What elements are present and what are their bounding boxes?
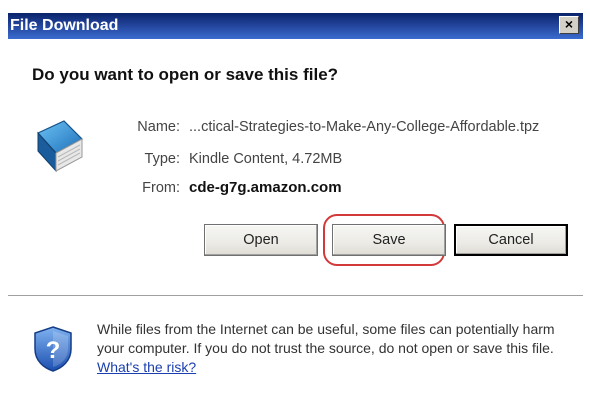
title-bar[interactable]: File Download × <box>8 13 583 39</box>
file-from-label: From: <box>142 180 180 196</box>
shield-question-icon: ? <box>34 326 72 372</box>
close-button[interactable]: × <box>559 16 579 34</box>
file-name-row: Name: ...ctical-Strategies-to-Make-Any-Co… <box>118 119 539 135</box>
book-icon <box>37 120 83 173</box>
file-type-row: Type: Kindle Content, 4.72MB <box>118 151 343 167</box>
warning-text: While files from the Internet can be use… <box>97 320 575 377</box>
whats-the-risk-link[interactable]: What's the risk? <box>97 359 196 375</box>
dialog-question: Do you want to open or save this file? <box>32 65 339 84</box>
warning-message: While files from the Internet can be use… <box>97 321 555 356</box>
window-title: File Download <box>10 17 119 34</box>
file-from-row: From: cde-g7g.amazon.com <box>118 179 342 196</box>
dialog-body: Do you want to open or save this file? N… <box>8 39 583 403</box>
svg-text:?: ? <box>46 337 61 364</box>
file-type-label: Type: <box>144 151 180 167</box>
file-name-label: Name: <box>137 119 180 135</box>
file-name-value: ...ctical-Strategies-to-Make-Any-College… <box>189 119 540 135</box>
file-download-dialog: File Download × Do you want to open or s… <box>0 0 590 403</box>
file-type-value: Kindle Content, 4.72MB <box>189 151 343 167</box>
save-button[interactable]: Save <box>332 224 446 256</box>
file-from-value: cde-g7g.amazon.com <box>189 179 342 196</box>
open-button[interactable]: Open <box>204 224 318 256</box>
warning-area: ? While files from the Internet can be u… <box>8 297 583 403</box>
cancel-button[interactable]: Cancel <box>454 224 568 256</box>
